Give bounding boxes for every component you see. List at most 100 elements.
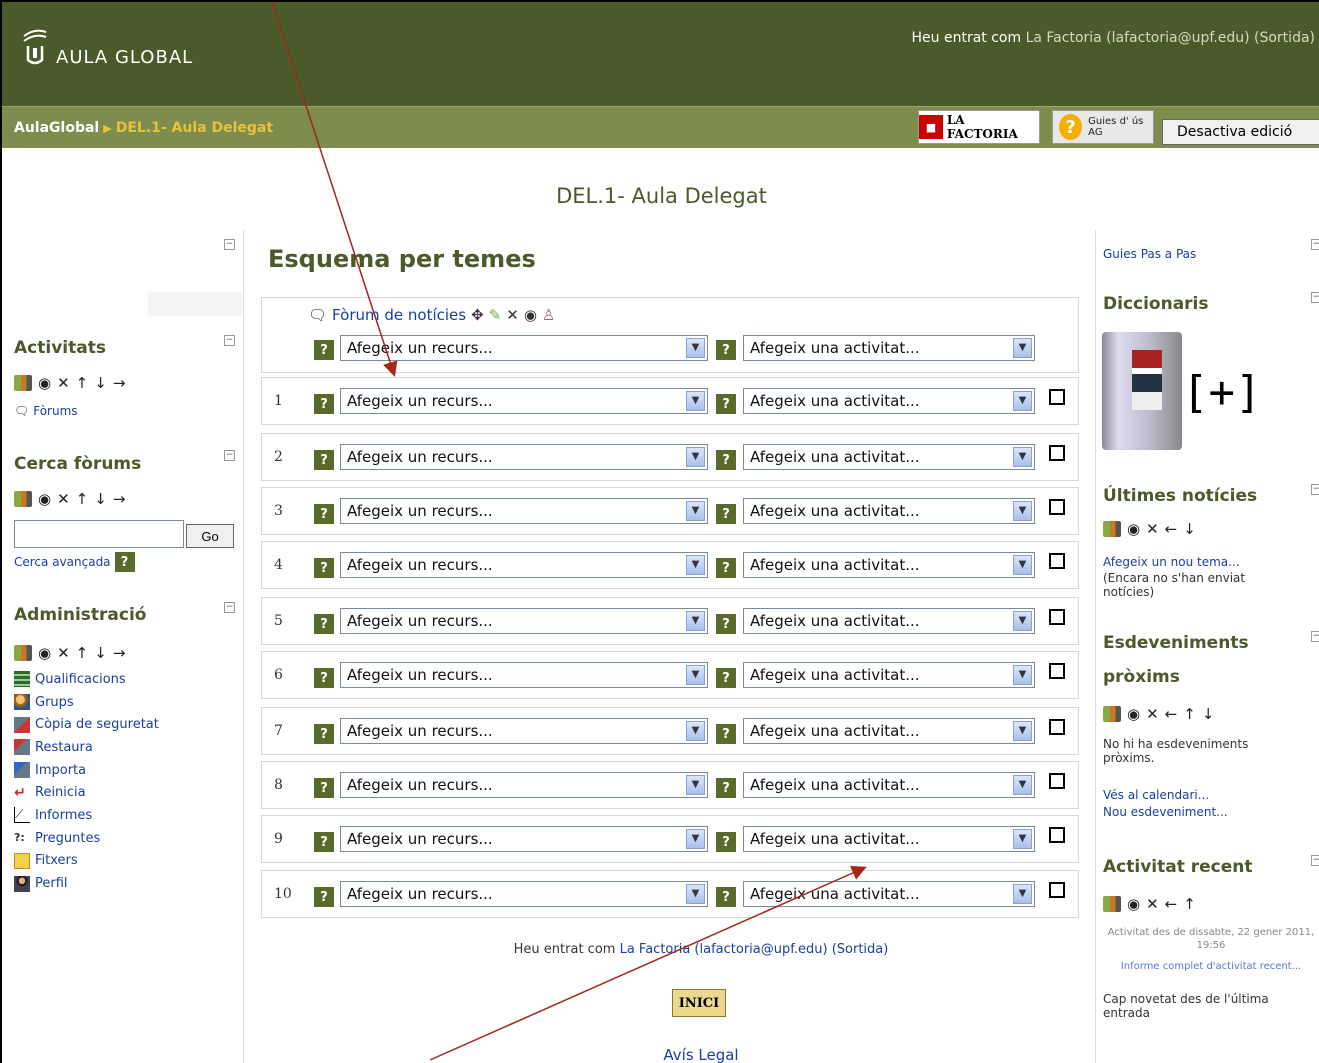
admin-item-restaura[interactable]: Restaura bbox=[14, 736, 159, 759]
help-icon[interactable]: ? bbox=[314, 394, 334, 414]
admin-item-perfil[interactable]: Perfil bbox=[14, 872, 159, 895]
delete-icon[interactable]: ✕ bbox=[506, 306, 519, 324]
admin-item-copia[interactable]: Còpia de seguretat bbox=[14, 713, 159, 736]
section-highlight-checkbox[interactable] bbox=[1049, 609, 1065, 625]
add-resource-select[interactable]: Afegeix un recurs... ▼ bbox=[340, 552, 708, 578]
section-highlight-checkbox[interactable] bbox=[1049, 882, 1065, 898]
admin-item-grups[interactable]: Grups bbox=[14, 691, 159, 714]
assign-roles-icon[interactable] bbox=[1103, 521, 1121, 537]
collapse-icon[interactable]: − bbox=[1311, 484, 1319, 495]
hide-eye-icon[interactable]: ◉ bbox=[524, 306, 537, 324]
help-icon[interactable]: ? bbox=[716, 832, 736, 852]
recent-report-link[interactable]: Informe complet d'activitat recent... bbox=[1102, 960, 1319, 973]
help-icon[interactable]: ? bbox=[314, 450, 334, 470]
assign-roles-icon[interactable] bbox=[1103, 706, 1121, 722]
add-resource-select[interactable]: Afegeix un recurs... ▼ bbox=[340, 388, 708, 414]
delete-icon[interactable]: ✕ bbox=[1146, 705, 1159, 723]
delete-icon[interactable]: ✕ bbox=[57, 644, 70, 662]
move-down-icon[interactable]: ↓ bbox=[94, 490, 107, 508]
delete-icon[interactable]: ✕ bbox=[57, 490, 70, 508]
dictionary-book-image[interactable] bbox=[1102, 332, 1182, 450]
move-down-icon[interactable]: ↓ bbox=[1202, 705, 1215, 723]
admin-item-label[interactable]: Preguntes bbox=[35, 831, 100, 846]
delete-icon[interactable]: ✕ bbox=[1146, 520, 1159, 538]
assign-roles-icon[interactable] bbox=[14, 491, 32, 507]
calendar-link[interactable]: Vés al calendari... bbox=[1103, 788, 1209, 802]
add-activity-select[interactable]: Afegeix una activitat... ▼ bbox=[743, 608, 1035, 634]
move-left-icon[interactable]: ← bbox=[1165, 520, 1178, 538]
footer-user-link[interactable]: La Factoria (lafactoria@upf.edu) bbox=[620, 942, 828, 957]
move-up-icon[interactable]: ↑ bbox=[76, 644, 89, 662]
hide-eye-icon[interactable]: ◉ bbox=[38, 644, 51, 662]
move-down-icon[interactable]: ↓ bbox=[94, 374, 107, 392]
help-icon[interactable]: ? bbox=[114, 552, 135, 572]
edit-icon[interactable]: ✎ bbox=[489, 306, 502, 324]
help-icon[interactable]: ? bbox=[314, 778, 334, 798]
hide-eye-icon[interactable]: ◉ bbox=[1127, 705, 1140, 723]
add-resource-select[interactable]: Afegeix un recurs... ▼ bbox=[340, 444, 708, 470]
collapse-icon[interactable]: − bbox=[224, 239, 235, 250]
search-go-button[interactable]: Go bbox=[186, 524, 234, 548]
move-down-icon[interactable]: ↓ bbox=[1183, 520, 1196, 538]
collapse-icon[interactable]: − bbox=[1311, 631, 1319, 642]
collapse-icon[interactable]: − bbox=[224, 602, 235, 613]
add-activity-select[interactable]: Afegeix una activitat... ▼ bbox=[743, 498, 1035, 524]
hide-eye-icon[interactable]: ◉ bbox=[38, 374, 51, 392]
help-icon[interactable]: ? bbox=[716, 614, 736, 634]
add-activity-select[interactable]: Afegeix una activitat... ▼ bbox=[743, 444, 1035, 470]
admin-item-label[interactable]: Grups bbox=[35, 695, 74, 710]
help-icon[interactable]: ? bbox=[716, 778, 736, 798]
add-activity-select[interactable]: Afegeix una activitat... ▼ bbox=[743, 552, 1035, 578]
help-icon[interactable]: ? bbox=[314, 614, 334, 634]
move-right-icon[interactable]: → bbox=[113, 374, 126, 392]
section-highlight-checkbox[interactable] bbox=[1049, 773, 1065, 789]
help-icon[interactable]: ? bbox=[716, 887, 736, 907]
move-up-icon[interactable]: ↑ bbox=[76, 490, 89, 508]
legal-link[interactable]: Avís Legal bbox=[663, 1046, 738, 1063]
move-left-icon[interactable]: ← bbox=[1165, 705, 1178, 723]
admin-item-label[interactable]: Informes bbox=[35, 808, 92, 823]
logout-link[interactable]: (Sortida) bbox=[1254, 30, 1315, 46]
help-icon[interactable]: ? bbox=[716, 504, 736, 524]
move-up-icon[interactable]: ↑ bbox=[76, 374, 89, 392]
section-highlight-checkbox[interactable] bbox=[1049, 553, 1065, 569]
hide-eye-icon[interactable]: ◉ bbox=[38, 490, 51, 508]
move-icon[interactable]: ✥ bbox=[471, 306, 484, 324]
move-right-icon[interactable]: → bbox=[113, 490, 126, 508]
hide-eye-icon[interactable]: ◉ bbox=[1127, 520, 1140, 538]
add-resource-select[interactable]: Afegeix un recurs... ▼ bbox=[340, 662, 708, 688]
add-activity-select[interactable]: Afegeix una activitat... ▼ bbox=[743, 772, 1035, 798]
forums-link[interactable]: 🗨 Fòrums bbox=[14, 404, 78, 418]
collapse-icon[interactable]: − bbox=[224, 335, 235, 346]
forums-label[interactable]: Fòrums bbox=[33, 404, 77, 418]
admin-item-label[interactable]: Perfil bbox=[35, 876, 68, 891]
toggle-editing-button[interactable]: Desactiva edició bbox=[1162, 119, 1319, 145]
admin-item-importa[interactable]: Importa bbox=[14, 759, 159, 782]
add-news-topic-link[interactable]: Afegeix un nou tema... bbox=[1103, 555, 1240, 569]
add-resource-select[interactable]: Afegeix un recurs... ▼ bbox=[340, 498, 708, 524]
hide-eye-icon[interactable]: ◉ bbox=[1127, 895, 1140, 913]
help-icon[interactable]: ? bbox=[716, 340, 736, 360]
admin-item-label[interactable]: Còpia de seguretat bbox=[35, 717, 159, 732]
user-link[interactable]: La Factoria (lafactoria@upf.edu) bbox=[1026, 30, 1250, 46]
lafactoria-button[interactable]: ■ LA FACTORIA bbox=[918, 110, 1040, 144]
help-icon[interactable]: ? bbox=[716, 450, 736, 470]
assign-roles-icon[interactable] bbox=[14, 645, 32, 661]
advanced-search-link[interactable]: Cerca avançada bbox=[14, 555, 111, 569]
admin-item-label[interactable]: Reinicia bbox=[35, 785, 86, 800]
guies-pas-a-pas-link[interactable]: Guies Pas a Pas bbox=[1103, 247, 1196, 261]
section-highlight-checkbox[interactable] bbox=[1049, 499, 1065, 515]
move-down-icon[interactable]: ↓ bbox=[94, 644, 107, 662]
section-highlight-checkbox[interactable] bbox=[1049, 719, 1065, 735]
admin-item-label[interactable]: Importa bbox=[35, 763, 86, 778]
move-left-icon[interactable]: ← bbox=[1165, 895, 1178, 913]
admin-item-label[interactable]: Qualificacions bbox=[35, 672, 126, 687]
add-resource-select[interactable]: Afegeix un recurs... ▼ bbox=[340, 718, 708, 744]
move-up-icon[interactable]: ↑ bbox=[1183, 895, 1196, 913]
add-activity-select[interactable]: Afegeix una activitat... ▼ bbox=[743, 388, 1035, 414]
help-icon[interactable]: ? bbox=[716, 668, 736, 688]
assign-roles-icon[interactable] bbox=[14, 375, 32, 391]
admin-item-preguntes[interactable]: ?: Preguntes bbox=[14, 827, 159, 850]
delete-icon[interactable]: ✕ bbox=[57, 374, 70, 392]
aula-global-logo[interactable]: AULA GLOBAL bbox=[20, 28, 193, 68]
